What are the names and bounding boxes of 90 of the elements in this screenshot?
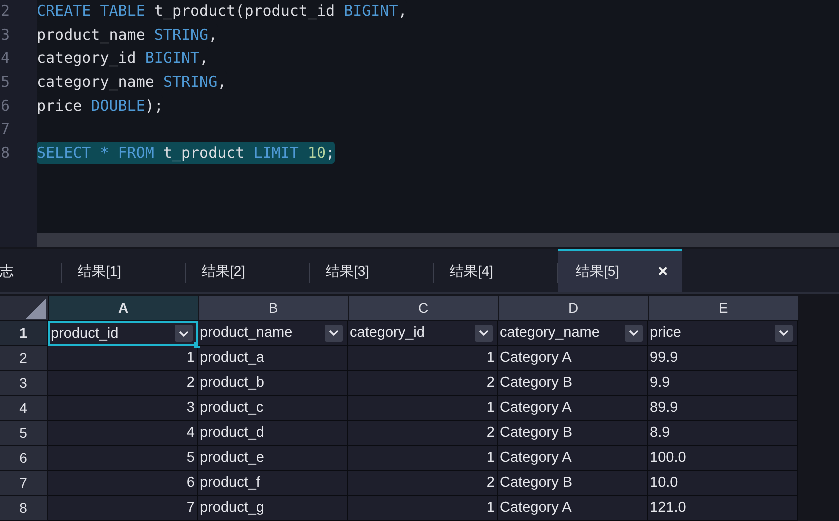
table-cell: 8.9 <box>648 421 798 446</box>
dropdown-button[interactable] <box>475 324 493 342</box>
table-cell: 2 <box>348 471 498 496</box>
header-text: category_id <box>350 325 426 341</box>
table-cell: 1 <box>348 346 498 371</box>
tab-label[interactable]: 结果[3] <box>326 262 370 280</box>
table-cell: 4 <box>48 421 198 446</box>
table-cell: 2 <box>48 371 198 396</box>
chevron-down-icon <box>329 330 339 336</box>
table-cell: product_c <box>198 396 348 421</box>
table-cell: product_a <box>198 346 348 371</box>
column-header[interactable]: D <box>499 296 649 321</box>
line-number: 3 <box>0 24 12 46</box>
row-header[interactable]: 1 <box>0 321 48 346</box>
table-cell: 7 <box>48 496 198 521</box>
table-cell: 100.0 <box>648 446 798 471</box>
corner-triangle-icon <box>26 299 46 319</box>
row-header[interactable]: 7 <box>0 471 48 496</box>
header-cell[interactable]: price <box>648 321 798 346</box>
column-header[interactable]: A <box>49 296 199 321</box>
table-cell: 2 <box>348 421 498 446</box>
row-header[interactable]: 2 <box>0 346 48 371</box>
result-tab[interactable]: 结果[2] <box>186 249 310 292</box>
chevron-down-icon <box>479 330 489 336</box>
header-text: category_name <box>500 325 601 341</box>
table-cell: product_g <box>198 496 348 521</box>
table-cell: product_e <box>198 446 348 471</box>
result-tab[interactable]: 结果[1] <box>62 249 186 292</box>
header-cell[interactable]: product_name <box>198 321 348 346</box>
column-header[interactable]: B <box>199 296 349 321</box>
table-cell: 6 <box>48 471 198 496</box>
result-tab[interactable]: 结果[5] × <box>558 249 682 292</box>
row-header[interactable]: 3 <box>0 371 48 396</box>
table-cell: Category B <box>498 471 648 496</box>
table-cell: Category B <box>498 421 648 446</box>
dropdown-button[interactable] <box>775 324 793 342</box>
table-cell: 89.9 <box>648 396 798 421</box>
row-header[interactable]: 5 <box>0 421 48 446</box>
table-cell: 1 <box>348 396 498 421</box>
result-tab[interactable]: 结果[4] <box>434 249 558 292</box>
header-cell[interactable]: category_id <box>348 321 498 346</box>
table-cell: 9.9 <box>648 371 798 396</box>
header-cell[interactable]: product_id <box>48 321 198 346</box>
dropdown-button[interactable] <box>625 324 643 342</box>
line-number: 4 <box>0 48 12 70</box>
result-tab[interactable]: 结果[3] <box>310 249 434 292</box>
line-number: 2 <box>0 1 12 22</box>
dropdown-button[interactable] <box>325 324 343 342</box>
row-header[interactable]: 8 <box>0 496 48 521</box>
table-cell: product_b <box>198 371 348 396</box>
table-cell: 2 <box>348 371 498 396</box>
table-cell: 5 <box>48 446 198 471</box>
table-cell: 99.9 <box>648 346 798 371</box>
table-cell: 3 <box>48 396 198 421</box>
header-cell[interactable]: category_name <box>498 321 648 346</box>
table-cell: 121.0 <box>648 496 798 521</box>
header-text: price <box>650 325 682 341</box>
table-cell: 1 <box>348 446 498 471</box>
line-number: 7 <box>0 119 12 140</box>
chevron-down-icon <box>179 330 189 336</box>
line-number: 5 <box>0 72 12 94</box>
table-cell: 1 <box>348 496 498 521</box>
line-number: 6 <box>0 96 12 117</box>
tab-label[interactable]: 结果[1] <box>78 262 122 280</box>
row-header[interactable]: 4 <box>0 396 48 421</box>
row-header[interactable]: 6 <box>0 446 48 471</box>
table-cell: product_d <box>198 421 348 446</box>
result-tab[interactable]: 志 <box>0 249 62 292</box>
tab-label[interactable]: 结果[5] <box>576 262 620 280</box>
dropdown-button[interactable] <box>175 325 193 342</box>
table-cell: 1 <box>48 346 198 371</box>
table-cell: product_f <box>198 471 348 496</box>
table-cell: Category A <box>498 496 648 521</box>
tab-label[interactable]: 志 <box>0 262 14 280</box>
table-cell: Category A <box>498 396 648 421</box>
header-text: product_id <box>51 326 120 342</box>
table-cell: Category A <box>498 446 648 471</box>
table-cell: 10.0 <box>648 471 798 496</box>
table-cell: Category B <box>498 371 648 396</box>
select-all-corner[interactable] <box>0 296 49 321</box>
tab-label[interactable]: 结果[4] <box>450 262 494 280</box>
tab-label[interactable]: 结果[2] <box>202 262 246 280</box>
close-icon[interactable]: × <box>658 262 668 282</box>
chevron-down-icon <box>629 330 639 336</box>
column-header[interactable]: E <box>649 296 799 321</box>
table-cell: Category A <box>498 346 648 371</box>
chevron-down-icon <box>779 330 789 336</box>
header-text: product_name <box>200 325 294 341</box>
line-number: 8 <box>0 143 12 164</box>
column-header[interactable]: C <box>349 296 499 321</box>
